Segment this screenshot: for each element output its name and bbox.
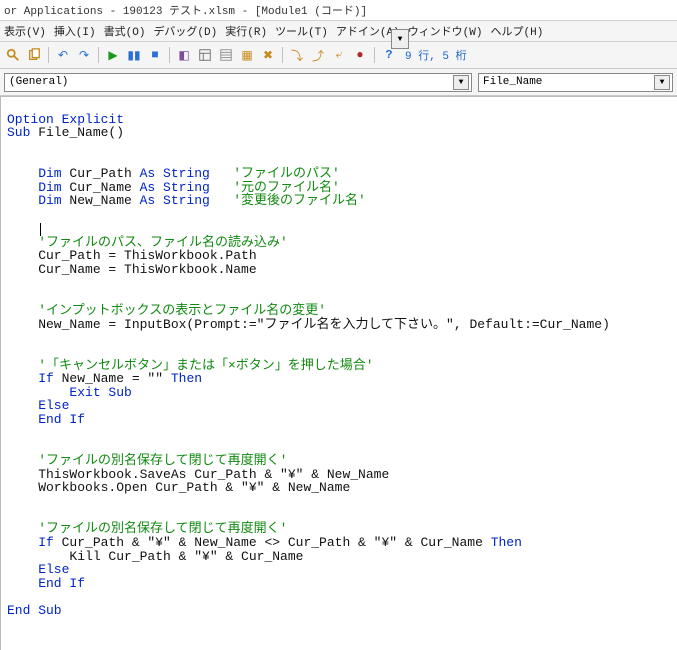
code-keyword: Then <box>491 535 522 550</box>
toolbar-separator <box>98 47 99 63</box>
code-keyword: End If <box>7 412 85 427</box>
code-editor[interactable]: Option Explicit Sub File_Name() Dim Cur_… <box>0 96 677 650</box>
toolbar-separator <box>374 47 375 63</box>
menu-tools[interactable]: ツール(T) <box>275 23 328 39</box>
step-into-icon[interactable]: ⤵ <box>288 46 306 64</box>
menu-help[interactable]: ヘルプ(H) <box>491 23 544 39</box>
menu-bar: 表示(V) 挿入(I) 書式(O) デバッグ(D) 実行(R) ツール(T) ア… <box>0 21 677 42</box>
chevron-down-icon: ▼ <box>654 75 670 90</box>
step-out-icon[interactable]: ⤶ <box>330 46 348 64</box>
menu-run[interactable]: 実行(R) <box>225 23 267 39</box>
title-bar: or Applications - 190123 テスト.xlsm - [Mod… <box>0 0 677 21</box>
design-mode-icon[interactable]: ◧ <box>175 46 193 64</box>
pause-icon[interactable]: ▮▮ <box>125 46 143 64</box>
code-text: Cur_Name = ThisWorkbook.Name <box>7 262 257 277</box>
code-text: Workbooks.Open Cur_Path & "¥" & New_Name <box>7 480 350 495</box>
properties-icon[interactable] <box>217 46 235 64</box>
step-over-icon[interactable]: ⤴ <box>309 46 327 64</box>
toolbox-icon[interactable]: ✖ <box>259 46 277 64</box>
code-keyword: Sub <box>7 125 30 140</box>
project-explorer-icon[interactable] <box>196 46 214 64</box>
object-procedure-bar: (General) ▼ File_Name ▼ <box>0 69 677 96</box>
object-dropdown-value: (General) <box>9 76 68 88</box>
menu-window[interactable]: ウィンドウ(W) <box>408 23 483 39</box>
code-keyword: Then <box>171 371 202 386</box>
chevron-down-icon: ▼ <box>453 75 469 90</box>
code-comment: '変更後のファイル名' <box>210 193 366 208</box>
window-title: or Applications - 190123 テスト.xlsm - [Mod… <box>4 6 367 18</box>
toolbar-separator <box>282 47 283 63</box>
run-icon[interactable]: ▶ <box>104 46 122 64</box>
code-text: New_Name <box>62 193 140 208</box>
procedure-dropdown-value: File_Name <box>483 76 542 88</box>
object-dropdown[interactable]: (General) ▼ <box>4 73 472 92</box>
toolbar-separator <box>169 47 170 63</box>
menu-format[interactable]: 書式(O) <box>104 23 146 39</box>
breakpoint-icon[interactable]: ● <box>351 46 369 64</box>
copy-icon[interactable] <box>25 46 43 64</box>
code-keyword: Dim <box>7 193 62 208</box>
undo-icon[interactable]: ↶ <box>54 46 72 64</box>
code-keyword: End Sub <box>7 603 62 618</box>
menu-insert[interactable]: 挿入(I) <box>54 23 96 39</box>
cursor-position: 9 行, 5 桁 <box>405 47 467 63</box>
find-icon[interactable] <box>4 46 22 64</box>
code-content[interactable]: Option Explicit Sub File_Name() Dim Cur_… <box>1 97 677 620</box>
code-keyword: End If <box>7 576 85 591</box>
code-keyword: As String <box>140 193 210 208</box>
menu-view[interactable]: 表示(V) <box>4 23 46 39</box>
toolbar-overflow-dropdown[interactable]: ▼ <box>391 29 409 49</box>
object-browser-icon[interactable]: ▦ <box>238 46 256 64</box>
menu-debug[interactable]: デバッグ(D) <box>153 23 217 39</box>
redo-icon[interactable]: ↷ <box>75 46 93 64</box>
toolbar-separator <box>48 47 49 63</box>
procedure-dropdown[interactable]: File_Name ▼ <box>478 73 673 92</box>
code-text: New_Name = InputBox(Prompt:="ファイル名を入力して下… <box>7 317 610 332</box>
code-text: File_Name() <box>30 125 124 140</box>
toolbar: ↶ ↷ ▶ ▮▮ ■ ◧ ▦ ✖ ⤵ ⤴ ⤶ ● ? 9 行, 5 桁 <box>0 42 677 69</box>
stop-icon[interactable]: ■ <box>146 46 164 64</box>
